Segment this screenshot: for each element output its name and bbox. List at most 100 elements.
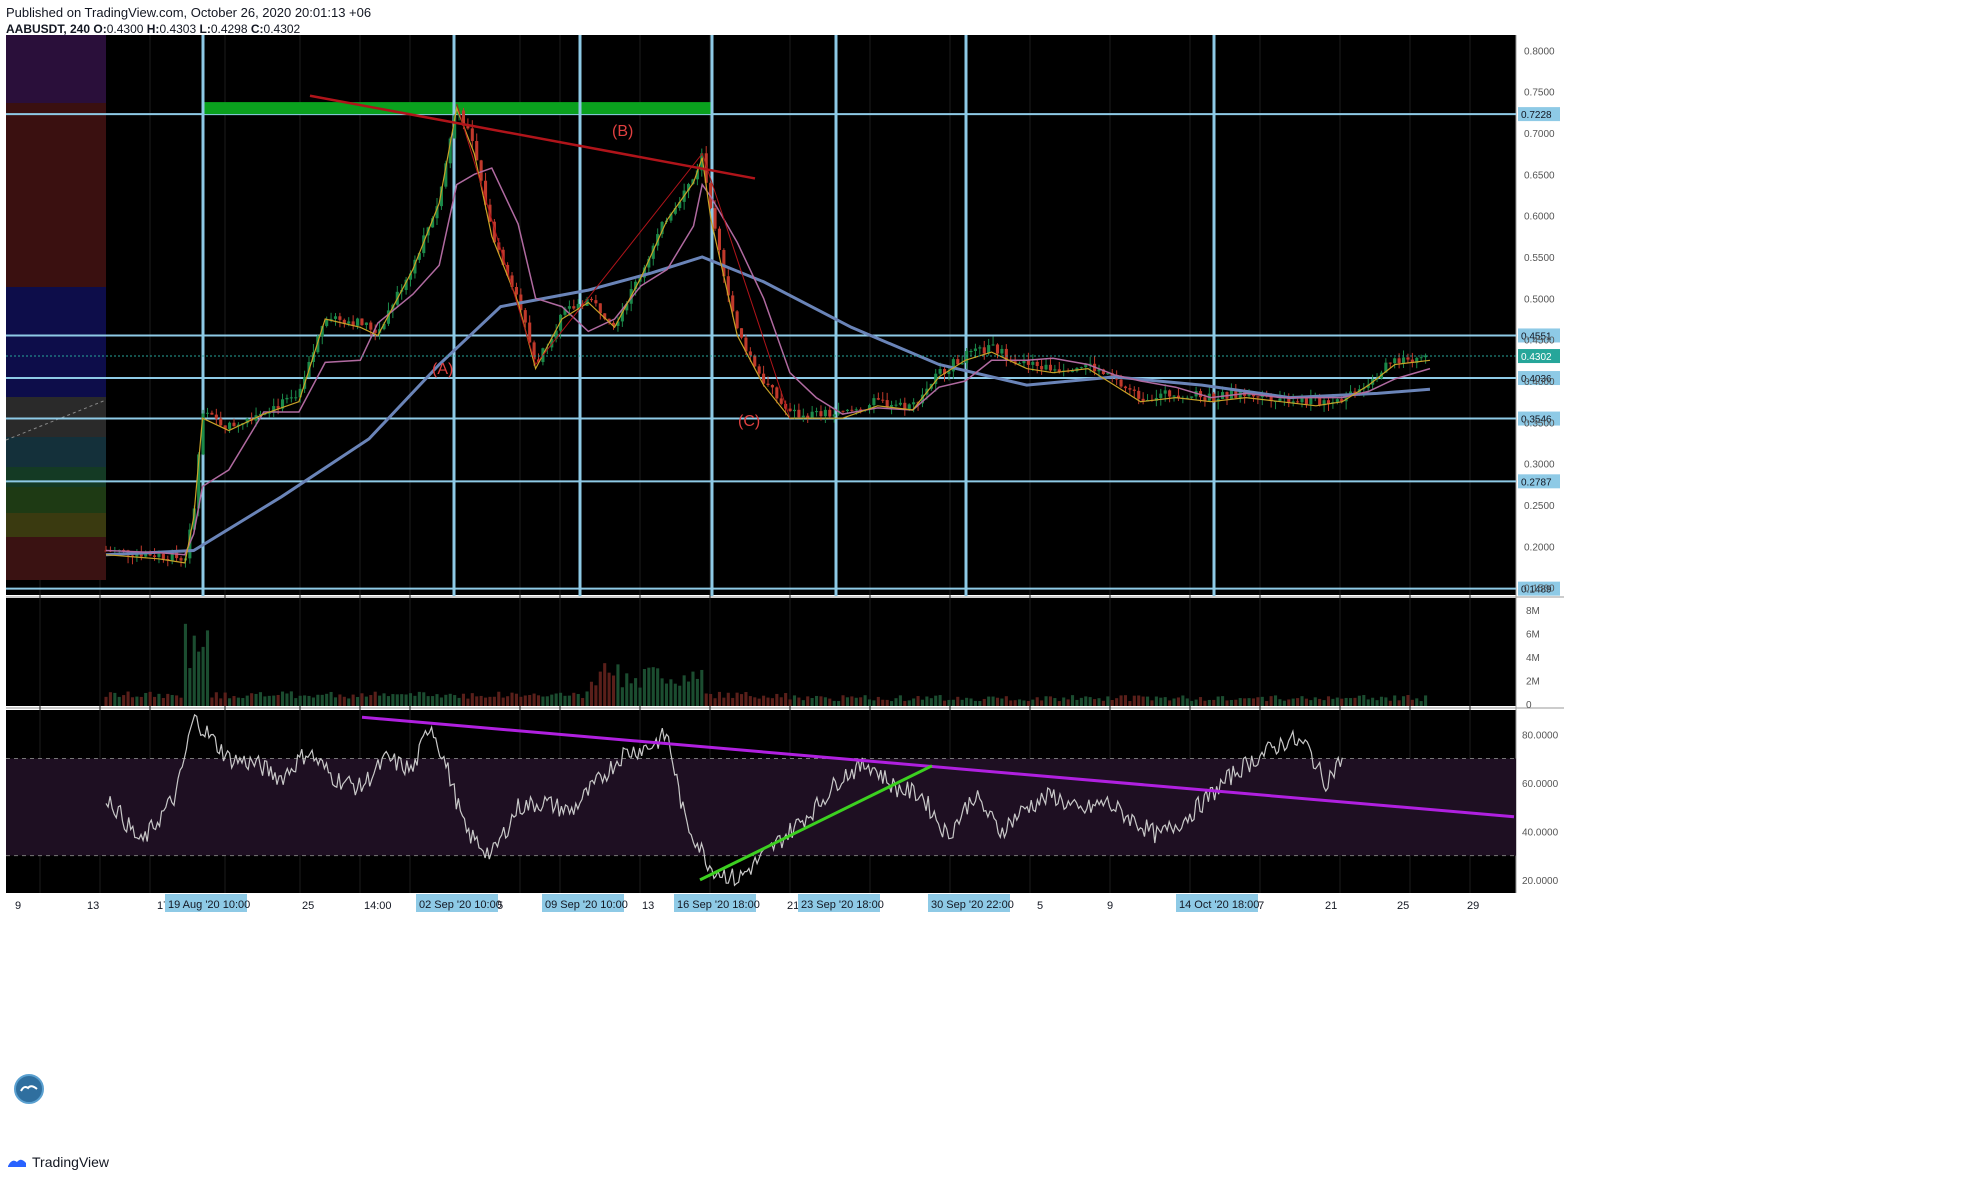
volume-bar [1053,698,1057,706]
volume-bar [1304,698,1308,706]
volume-bar [426,696,430,706]
candle-body [1296,401,1300,403]
fib-zone [6,513,106,537]
volume-bar [280,691,285,706]
volume-bar [934,695,938,706]
time-highlight-label: 16 Sep '20 18:00 [677,899,760,911]
volume-bar [1070,695,1075,706]
candle-body [1119,379,1123,387]
volume-bar [479,695,483,706]
volume-bar [925,696,929,706]
volume-bar [1229,699,1233,706]
volume-bar [1234,699,1238,706]
volume-bar [289,691,293,706]
volume-bar [1044,696,1048,706]
volume-bar [400,694,404,706]
time-tick: 13 [642,900,654,912]
volume-bar [179,697,183,706]
volume-bar [598,671,602,706]
candle-body [757,366,761,374]
volume-bar [638,687,642,706]
volume-bar [1353,697,1357,706]
volume-bar [303,695,307,706]
rsi-tick: 80.0000 [1522,730,1559,741]
volume-bar [545,696,549,706]
volume-tick: 0 [1526,700,1532,711]
volume-bar [514,693,518,706]
price-tick: 0.6500 [1524,170,1555,181]
price-tick: 0.6000 [1524,212,1555,223]
volume-bar [1379,696,1383,706]
candle-body [364,322,368,326]
volume-bar [1278,699,1282,706]
rsi-band [6,758,1516,856]
candle-body [1401,357,1406,364]
volume-bar [510,692,514,706]
volume-bar [709,693,713,706]
volume-bar [541,696,545,706]
candle-body [470,128,474,142]
volume-bar [316,694,320,706]
time-highlight-label: 09 Sep '20 10:00 [545,899,628,911]
price-tick: 0.3000 [1524,460,1555,471]
volume-bar [894,698,898,706]
candle-body [978,347,982,349]
volume-bar [841,695,845,706]
volume-bar [898,695,902,706]
volume-bar [1273,695,1278,706]
volume-bar [550,694,554,706]
candle-body [289,397,293,399]
volume-bar [1009,700,1013,706]
volume-bar [422,692,426,706]
price-chart[interactable]: 0.72280.45510.40360.35460.27870.1489(A)(… [0,0,1962,1150]
volume-bar [1251,698,1256,706]
candle-body [1278,398,1282,401]
volume-bar [1207,699,1211,706]
volume-bar [757,698,761,706]
candle-body [514,286,518,295]
volume-bar [1401,696,1406,706]
volume-bar [735,692,739,706]
candle-body [810,411,814,418]
volume-bar [338,694,342,706]
volume-bar [1247,698,1251,706]
volume-bar [881,699,885,706]
volume-bar [766,697,770,706]
volume-bar [634,678,638,706]
rsi-tick: 60.0000 [1522,779,1559,790]
candle-body [1388,362,1392,364]
volume-bar [1115,698,1119,706]
volume-bar [484,697,488,706]
volume-bar [1026,700,1030,706]
volume-bar [695,678,699,706]
volume-bar [1335,697,1339,706]
candle-body [815,411,819,413]
volume-bar [1004,696,1008,706]
volume-bar [1013,700,1017,706]
volume-bar [1097,698,1101,706]
candle-body [832,414,836,417]
volume-bar [497,691,501,706]
footer: TradingView [6,1154,109,1170]
candle-body [739,328,744,338]
volume-bar [161,697,165,706]
tradingview-avatar-button[interactable] [14,1074,44,1104]
candle-body [210,412,214,415]
volume-bar [951,699,955,706]
volume-bar [1287,699,1291,706]
volume-bar [987,696,991,706]
volume-bar [1309,700,1313,706]
volume-bar [837,701,841,706]
candle-body [1300,398,1304,403]
candle-body [1406,357,1410,360]
volume-bar [1265,701,1269,706]
candle-body [973,348,977,351]
volume-bar [205,630,210,706]
volume-bar [704,693,708,706]
volume-bar [942,700,947,706]
volume-bar [965,697,969,706]
candle-body [850,409,854,411]
volume-bar [594,685,598,706]
volume-tick: 6M [1526,630,1540,641]
volume-bar [188,668,192,706]
